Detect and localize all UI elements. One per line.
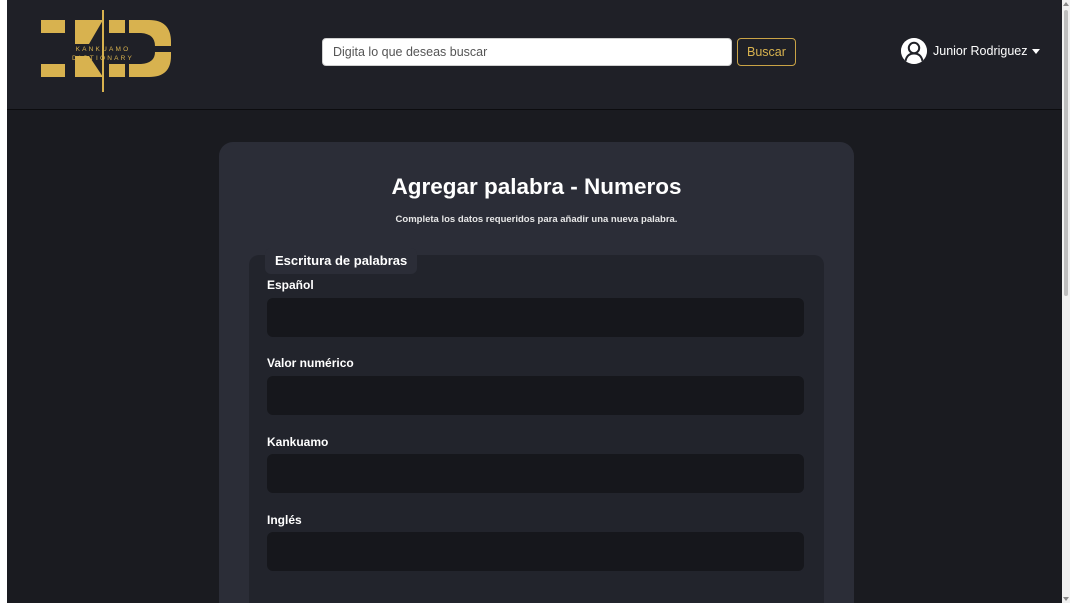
logo-text-line2: DICTIONARY	[72, 55, 134, 62]
word-writing-section: Escritura de palabras Español Valor numé…	[249, 248, 824, 603]
numeric-value-field-label: Valor numérico	[267, 356, 354, 370]
english-field-label: Inglés	[267, 513, 302, 527]
scroll-up-arrow-icon[interactable]	[1063, 2, 1069, 6]
scrollbar-thumb[interactable]	[1064, 10, 1068, 296]
page-scrollbar[interactable]	[1062, 0, 1070, 603]
spanish-input[interactable]	[267, 298, 804, 337]
page-subtitle: Completa los datos requeridos para añadi…	[395, 214, 678, 225]
section-legend: Escritura de palabras	[265, 248, 418, 274]
search-form: Buscar	[322, 38, 796, 66]
english-input[interactable]	[267, 532, 804, 571]
logo-text-line1: KANKUAMO	[76, 46, 131, 53]
add-word-card: Agregar palabra - Numeros Completa los d…	[219, 142, 854, 603]
scroll-down-arrow-icon[interactable]	[1063, 597, 1069, 601]
user-name: Junior Rodriguez	[933, 44, 1028, 58]
user-menu-dropdown[interactable]: Junior Rodriguez	[901, 38, 1040, 64]
kankuamo-field-label: Kankuamo	[267, 435, 329, 449]
top-navbar: KANKUAMO DICTIONARY Buscar Junior Rodrig…	[7, 0, 1062, 110]
numeric-value-input[interactable]	[267, 376, 804, 415]
spanish-field-label: Español	[267, 278, 314, 292]
window-left-edge	[0, 0, 7, 603]
chevron-down-icon	[1031, 48, 1040, 54]
user-avatar-icon	[901, 38, 927, 64]
kankuamo-dictionary-logo[interactable]: KANKUAMO DICTIONARY	[37, 6, 177, 96]
kankuamo-input[interactable]	[267, 454, 804, 493]
page-title: Agregar palabra - Numeros	[391, 174, 682, 199]
search-input[interactable]	[322, 38, 732, 66]
search-button[interactable]: Buscar	[737, 38, 796, 66]
